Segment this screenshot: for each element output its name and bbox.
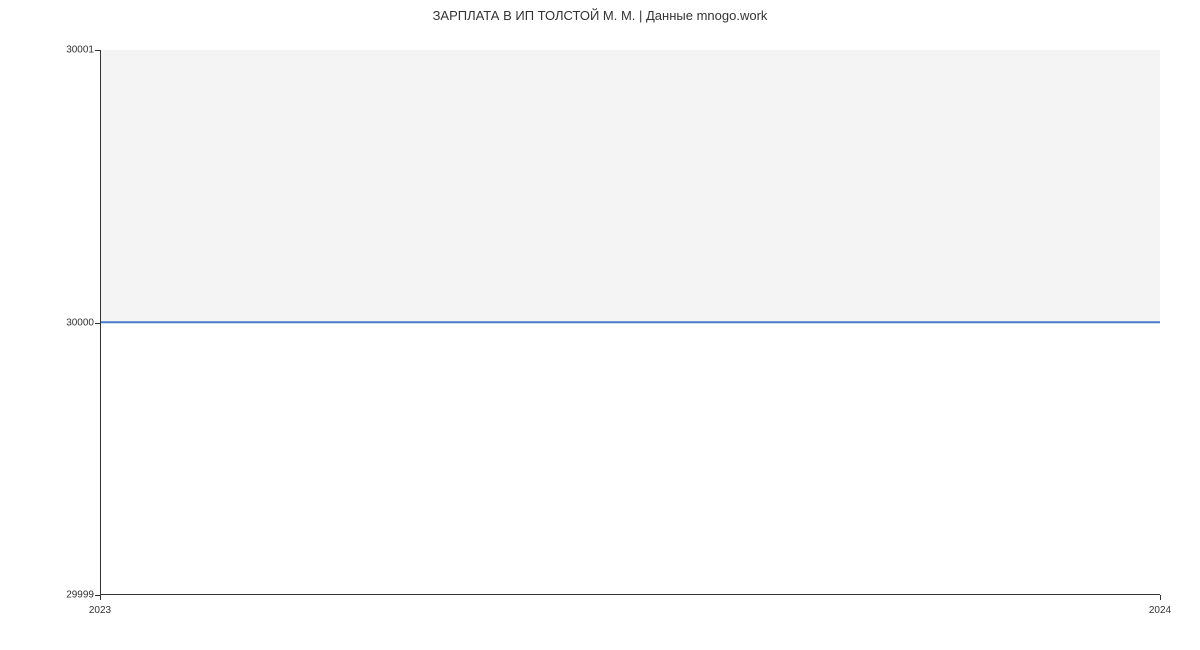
plot-area xyxy=(100,50,1160,595)
chart-title: ЗАРПЛАТА В ИП ТОЛСТОЙ М. М. | Данные mno… xyxy=(0,8,1200,23)
y-axis-tick-label: 30000 xyxy=(44,317,94,328)
y-axis-tick-label: 29999 xyxy=(44,590,94,601)
x-axis-tick-mark xyxy=(1160,595,1161,600)
data-line-series-0 xyxy=(101,321,1160,323)
x-axis-tick-label: 2024 xyxy=(1149,605,1171,616)
x-axis-tick-mark xyxy=(100,595,101,600)
chart-container: ЗАРПЛАТА В ИП ТОЛСТОЙ М. М. | Данные mno… xyxy=(0,0,1200,650)
x-axis-tick-label: 2023 xyxy=(89,605,111,616)
shaded-upper-region xyxy=(101,50,1160,322)
y-axis-tick-label: 30001 xyxy=(44,45,94,56)
